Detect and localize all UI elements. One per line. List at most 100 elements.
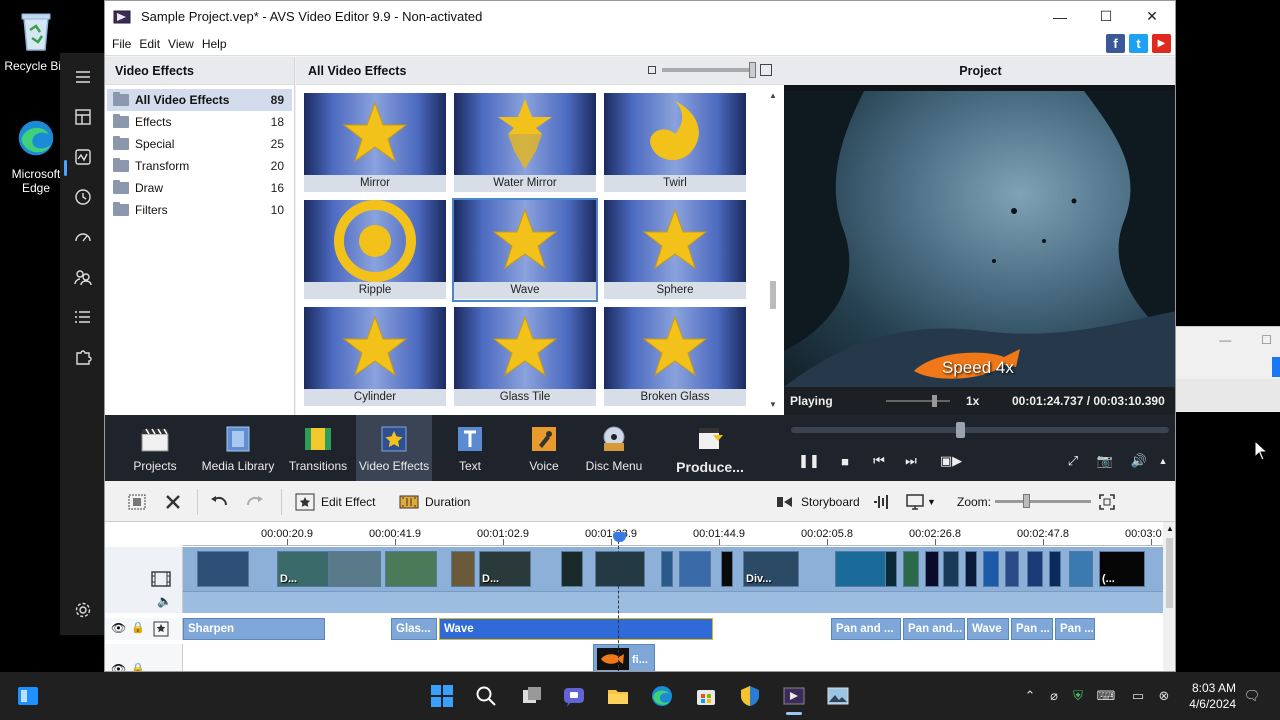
video-clip[interactable]: [925, 551, 939, 587]
tray-overflow-button[interactable]: ⌃: [1020, 686, 1040, 706]
effect-tile-wave[interactable]: Wave: [452, 198, 598, 302]
rail-users-button[interactable]: [71, 265, 95, 289]
video-clip[interactable]: D...: [479, 551, 531, 587]
rail-history-button[interactable]: [71, 185, 95, 209]
menu-view[interactable]: View: [164, 37, 198, 51]
tool-produce[interactable]: Produce...: [671, 415, 749, 481]
lock-icon[interactable]: 🔒: [131, 621, 145, 634]
category-effects[interactable]: Effects 18: [107, 111, 292, 133]
minimize-button[interactable]: —: [1037, 1, 1083, 32]
video-track[interactable]: D... D... Div... (...: [183, 547, 1163, 591]
next-button[interactable]: ⏭: [901, 451, 921, 471]
size-slider-knob[interactable]: [749, 62, 756, 78]
text-track[interactable]: fi...: [183, 644, 1163, 671]
task-view-button[interactable]: [518, 682, 546, 710]
effect-tile-ripple[interactable]: Ripple: [304, 200, 446, 300]
playback-seek-bar[interactable]: [791, 422, 1169, 438]
rail-menu-button[interactable]: [71, 65, 95, 89]
undo-button[interactable]: [209, 491, 235, 513]
redo-button[interactable]: [245, 491, 271, 513]
youtube-icon[interactable]: ▶: [1152, 34, 1171, 53]
video-clip[interactable]: [329, 551, 381, 587]
tool-transitions[interactable]: Transitions: [280, 415, 356, 481]
effect-tile-sphere[interactable]: Sphere: [604, 200, 746, 300]
duration-button[interactable]: Duration: [399, 491, 470, 513]
video-clip[interactable]: [661, 551, 673, 587]
menu-edit[interactable]: Edit: [135, 37, 164, 51]
system-clock[interactable]: 8:03 AM 4/6/2024: [1189, 680, 1236, 712]
size-slider-track[interactable]: [662, 62, 756, 78]
image-viewer-button[interactable]: [824, 682, 852, 710]
play-segment-button[interactable]: ▣▶: [937, 451, 965, 471]
tool-projects[interactable]: Projects: [117, 415, 193, 481]
widgets-button[interactable]: [14, 682, 42, 710]
playhead[interactable]: [613, 532, 626, 671]
video-clip[interactable]: [1069, 551, 1093, 587]
scroll-up-icon[interactable]: ▲: [1166, 524, 1174, 533]
security-button[interactable]: [736, 682, 764, 710]
video-clip[interactable]: [721, 551, 733, 587]
visibility-eye-icon[interactable]: 👁: [111, 621, 126, 635]
audio-track[interactable]: [183, 591, 1163, 613]
video-clip[interactable]: [451, 551, 475, 587]
rail-activity-button[interactable]: [71, 145, 95, 169]
video-clip[interactable]: Div...: [743, 551, 799, 587]
audio-mixer-button[interactable]: [871, 491, 897, 513]
tray-display[interactable]: ▭: [1128, 686, 1148, 706]
menu-file[interactable]: File: [108, 37, 135, 51]
tool-disc-menu[interactable]: Disc Menu: [576, 415, 652, 481]
rail-speed-button[interactable]: [71, 225, 95, 249]
effect-track[interactable]: Sharpen Glas... Wave Pan and ... Pan and... W…: [183, 618, 1163, 640]
teams-button[interactable]: [560, 682, 588, 710]
effect-tile-broken-glass[interactable]: Broken Glass: [604, 307, 746, 407]
video-clip[interactable]: [903, 551, 919, 587]
pause-button[interactable]: ❚❚: [798, 451, 820, 471]
thumbnail-size-slider[interactable]: [648, 62, 772, 78]
tool-video-effects[interactable]: Video Effects: [356, 415, 432, 481]
store-button[interactable]: [692, 682, 720, 710]
edge-taskbar-button[interactable]: [648, 682, 676, 710]
effect-clip[interactable]: Pan and...: [903, 618, 965, 640]
visibility-eye-icon[interactable]: 👁: [111, 662, 126, 671]
effect-clip[interactable]: Sharpen: [183, 618, 325, 640]
effect-tile-twirl[interactable]: Twirl: [604, 93, 746, 193]
effect-clip[interactable]: Wave: [439, 618, 713, 640]
close-button[interactable]: ✕: [1129, 1, 1175, 32]
effect-tile-mirror[interactable]: Mirror: [304, 93, 446, 193]
fullscreen-button[interactable]: ⤢: [1063, 451, 1083, 471]
video-clip[interactable]: [1027, 551, 1043, 587]
rail-list-button[interactable]: [71, 305, 95, 329]
video-preview[interactable]: Speed 4x: [784, 91, 1175, 387]
video-clip[interactable]: [943, 551, 959, 587]
effect-clip[interactable]: Pan ...: [1055, 618, 1095, 640]
tray-network-off[interactable]: ⌀: [1044, 686, 1064, 706]
scroll-down-icon[interactable]: ▼: [769, 400, 777, 409]
display-mode-dropdown[interactable]: ▼: [905, 491, 936, 513]
zoom-slider[interactable]: [995, 494, 1091, 508]
effect-clip[interactable]: Pan and ...: [831, 618, 901, 640]
effects-scroll-thumb[interactable]: [770, 281, 776, 309]
speed-slider-track[interactable]: [886, 400, 950, 402]
video-clip[interactable]: [385, 551, 437, 587]
notification-button[interactable]: 🗨: [1242, 686, 1262, 706]
menu-help[interactable]: Help: [198, 37, 231, 51]
timeline-ruler[interactable]: 00:00:20.9 00:00:41.9 00:01:02.9 00:01:23.9…: [183, 522, 1163, 546]
tool-text[interactable]: Text: [432, 415, 508, 481]
rail-extensions-button[interactable]: [71, 345, 95, 369]
effect-tile-water-mirror[interactable]: Water Mirror: [454, 93, 596, 193]
storyboard-split-button[interactable]: [127, 491, 153, 513]
timeline[interactable]: 00:00:20.9 00:00:41.9 00:01:02.9 00:01:23.9…: [105, 522, 1175, 671]
seek-knob[interactable]: [956, 422, 965, 438]
text-clip[interactable]: fi...: [593, 644, 655, 671]
delete-button[interactable]: [163, 491, 189, 513]
twitter-icon[interactable]: t: [1129, 34, 1148, 53]
video-clip[interactable]: [595, 551, 645, 587]
edit-effect-button[interactable]: Edit Effect: [295, 491, 375, 513]
recycle-bin-desktop-icon[interactable]: Recycle Bin: [4, 8, 68, 73]
category-all-video-effects[interactable]: All Video Effects 89: [107, 89, 292, 111]
volume-menu-button[interactable]: ▲: [1153, 451, 1173, 471]
rail-settings-button[interactable]: [71, 598, 95, 622]
category-draw[interactable]: Draw 16: [107, 177, 292, 199]
zoom-slider-knob[interactable]: [1023, 494, 1030, 508]
edge-desktop-icon[interactable]: Microsoft Edge: [4, 116, 68, 195]
